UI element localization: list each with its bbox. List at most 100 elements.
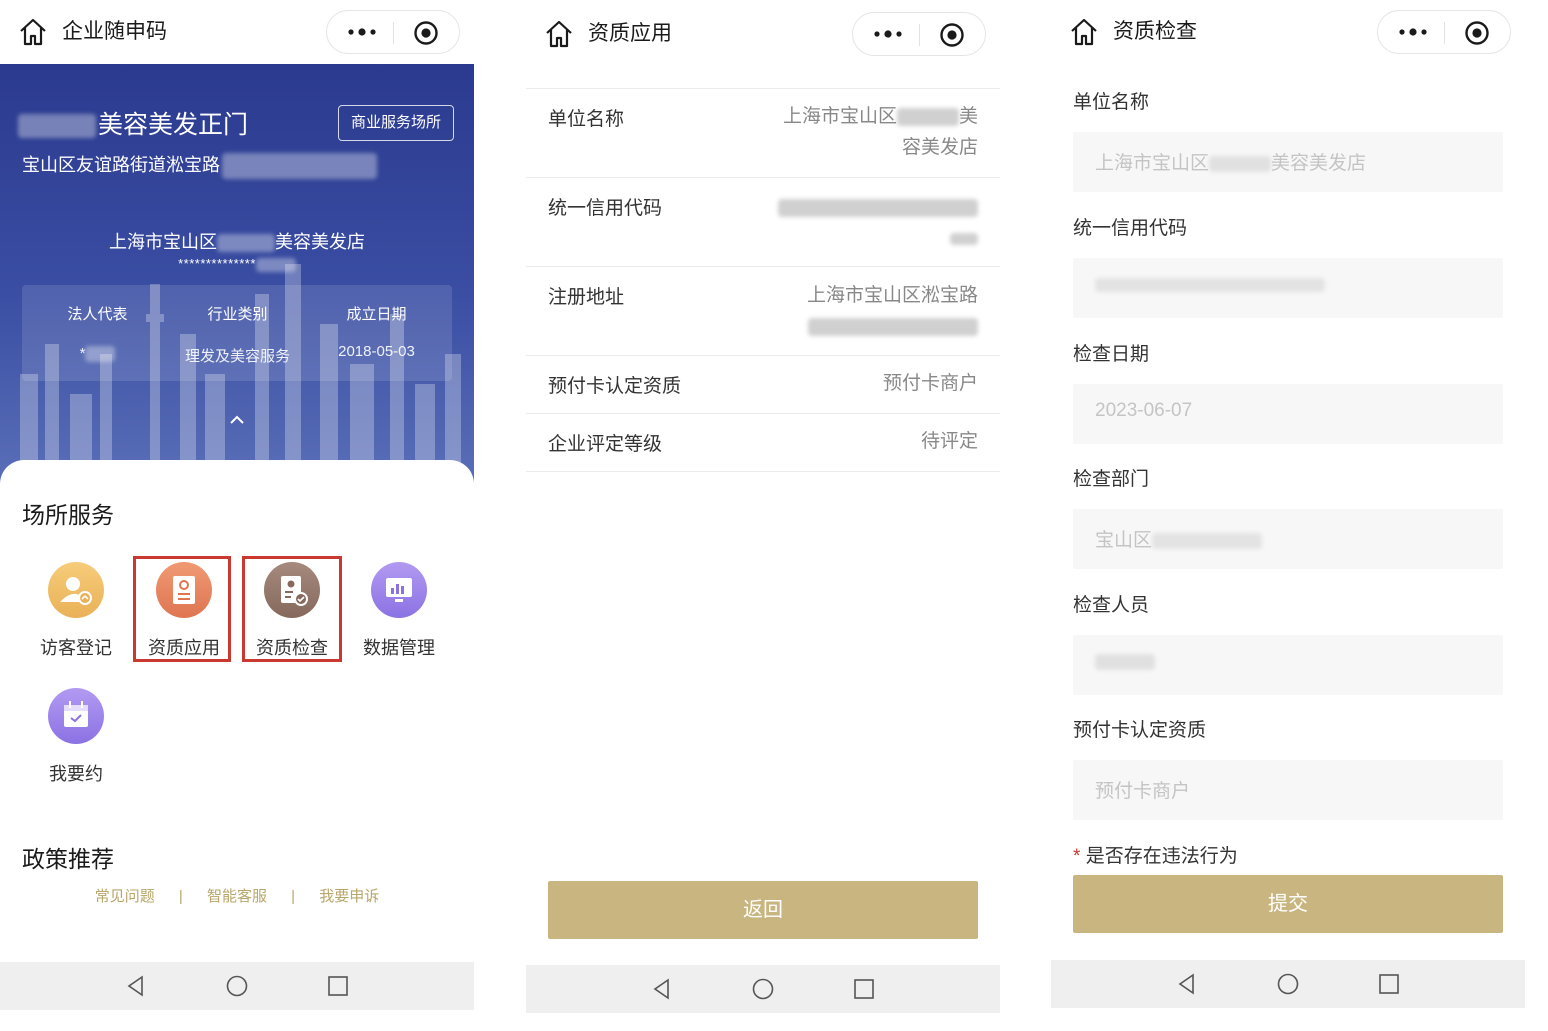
- established-date-value: 2018-05-03: [338, 343, 415, 360]
- unit-name-label: 单位名称: [1073, 92, 1150, 113]
- prepaid-card-value: 预付卡商户: [882, 373, 978, 394]
- redacted-credit-code-2: [950, 232, 978, 245]
- credit-code-field[interactable]: [1073, 258, 1503, 318]
- registered-name-suffix: 美容美发店: [275, 232, 365, 252]
- miniapp-capsule: [852, 12, 986, 56]
- divider: [526, 413, 1000, 414]
- back-button[interactable]: 返回: [548, 881, 978, 939]
- capsule-divider: [393, 22, 394, 44]
- unit-name-value: 上海市宝山区 美 容美发店: [783, 101, 978, 163]
- industry-label: 行业类别: [207, 306, 268, 323]
- title-bar: 企业随申码: [0, 0, 474, 64]
- credit-code-field-text: [1095, 274, 1325, 296]
- inspection-date-field[interactable]: 2023-06-07: [1073, 384, 1503, 444]
- redacted-registered-name: [217, 234, 275, 253]
- screen-enterprise-code: 企业随申码 美容美发正门 商业服务场所 宝山区友谊路街道淞宝路 上海市宝山区 美…: [0, 0, 474, 1031]
- violation-label: * 是否存在违法行为: [1073, 841, 1238, 868]
- redacted-dept: [1152, 532, 1263, 549]
- prepaid-card-value: 预付卡商户: [1095, 781, 1191, 802]
- services-section-title: 场所服务: [22, 502, 114, 528]
- legal-rep-label: 法人代表: [67, 306, 128, 323]
- inspection-date-value: 2023-06-07: [1095, 400, 1193, 421]
- home-circle-icon[interactable]: [225, 974, 249, 998]
- close-miniapp-icon[interactable]: [1464, 20, 1490, 46]
- close-miniapp-icon[interactable]: [413, 20, 439, 46]
- divider: [526, 471, 1000, 472]
- redacted-inspector: [1095, 653, 1155, 670]
- divider: [526, 88, 1000, 89]
- unit-name-field[interactable]: 上海市宝山区 美容美发店: [1073, 132, 1503, 192]
- redacted-code: [255, 257, 296, 272]
- smart-service-link[interactable]: 智能客服: [207, 888, 267, 905]
- shop-address: 宝山区友谊路街道淞宝路: [22, 152, 377, 180]
- violation-label-text: 是否存在违法行为: [1085, 846, 1238, 867]
- capsule-divider: [919, 24, 920, 46]
- service-label: 数据管理: [363, 638, 435, 658]
- legal-rep-value: *: [26, 345, 169, 363]
- chevron-up-icon[interactable]: [226, 412, 248, 428]
- unit-name-line1: 上海市宝山区: [782, 106, 897, 127]
- divider: [526, 355, 1000, 356]
- registered-name: 上海市宝山区 美容美发店: [0, 228, 474, 254]
- unit-name-field-text: 上海市宝山区 美容美发店: [1095, 148, 1366, 175]
- registered-code-text: **************: [178, 256, 256, 271]
- back-icon[interactable]: [124, 974, 148, 998]
- more-icon[interactable]: [345, 21, 379, 43]
- home-circle-icon[interactable]: [751, 977, 775, 1001]
- prepaid-card-label: 预付卡认定资质: [548, 376, 682, 397]
- highlight-box-qualification-inspection: [242, 556, 342, 662]
- inspection-dept-field-text: 宝山区: [1095, 525, 1263, 552]
- inspector-field[interactable]: [1073, 635, 1503, 695]
- inspection-date-label: 检查日期: [1073, 344, 1150, 365]
- submit-button[interactable]: 提交: [1073, 875, 1503, 933]
- redacted-credit-code: [1095, 277, 1325, 292]
- inspector-label: 检查人员: [1073, 595, 1150, 616]
- divider: [526, 177, 1000, 178]
- inspection-dept-field[interactable]: 宝山区: [1073, 509, 1503, 569]
- recents-icon[interactable]: [1377, 972, 1401, 996]
- venue-type-badge[interactable]: 商业服务场所: [337, 105, 454, 141]
- unit-name-tail: 美: [958, 106, 978, 127]
- more-icon[interactable]: [1396, 21, 1430, 43]
- data-chart-icon: [371, 562, 427, 618]
- shop-name-text: 美容美发正门: [98, 111, 249, 139]
- registered-address-label: 注册地址: [548, 287, 625, 308]
- policy-section-title: 政策推荐: [22, 846, 114, 872]
- faq-link[interactable]: 常见问题: [95, 888, 155, 905]
- miniapp-capsule: [1377, 10, 1511, 54]
- registered-name-prefix: 上海市宝山区: [109, 232, 217, 252]
- shop-name: 美容美发正门: [18, 110, 248, 140]
- home-icon[interactable]: [1069, 17, 1099, 47]
- back-icon[interactable]: [1175, 972, 1199, 996]
- home-circle-icon[interactable]: [1276, 972, 1300, 996]
- redacted-address-line2: [808, 317, 978, 336]
- more-icon[interactable]: [871, 23, 905, 45]
- unit-name-prefix: 上海市宝山区: [1095, 153, 1210, 174]
- link-divider: |: [178, 888, 183, 905]
- service-label: 我要约: [49, 764, 103, 784]
- rating-label: 企业评定等级: [548, 434, 663, 455]
- unit-name-suffix: 美容美发店: [1271, 153, 1367, 174]
- home-icon[interactable]: [544, 19, 574, 49]
- android-nav-bar: [0, 962, 474, 1010]
- home-icon[interactable]: [18, 17, 48, 47]
- shop-address-text: 宝山区友谊路街道淞宝路: [22, 155, 220, 175]
- recents-icon[interactable]: [852, 977, 876, 1001]
- inspection-dept-label: 检查部门: [1073, 469, 1150, 490]
- complaint-link[interactable]: 我要申诉: [319, 888, 379, 905]
- recents-icon[interactable]: [326, 974, 350, 998]
- credit-code-value: [778, 192, 978, 254]
- credit-code-label: 统一信用代码: [1073, 218, 1188, 239]
- inspector-field-text: [1095, 651, 1155, 673]
- registered-code: **************: [0, 256, 474, 272]
- android-nav-bar: [1051, 960, 1525, 1008]
- required-mark: *: [1073, 846, 1081, 867]
- back-icon[interactable]: [650, 977, 674, 1001]
- close-miniapp-icon[interactable]: [939, 22, 965, 48]
- miniapp-capsule: [326, 10, 460, 54]
- page-title: 资质检查: [1113, 20, 1197, 43]
- prepaid-card-field[interactable]: 预付卡商户: [1073, 760, 1503, 820]
- credit-code-label: 统一信用代码: [548, 198, 663, 219]
- android-nav-bar: [526, 965, 1000, 1013]
- screen-qualification-apply: 资质应用 单位名称 上海市宝山区 美 容美发店 统一信用代码 注册地址 上海市宝山…: [526, 0, 1000, 1031]
